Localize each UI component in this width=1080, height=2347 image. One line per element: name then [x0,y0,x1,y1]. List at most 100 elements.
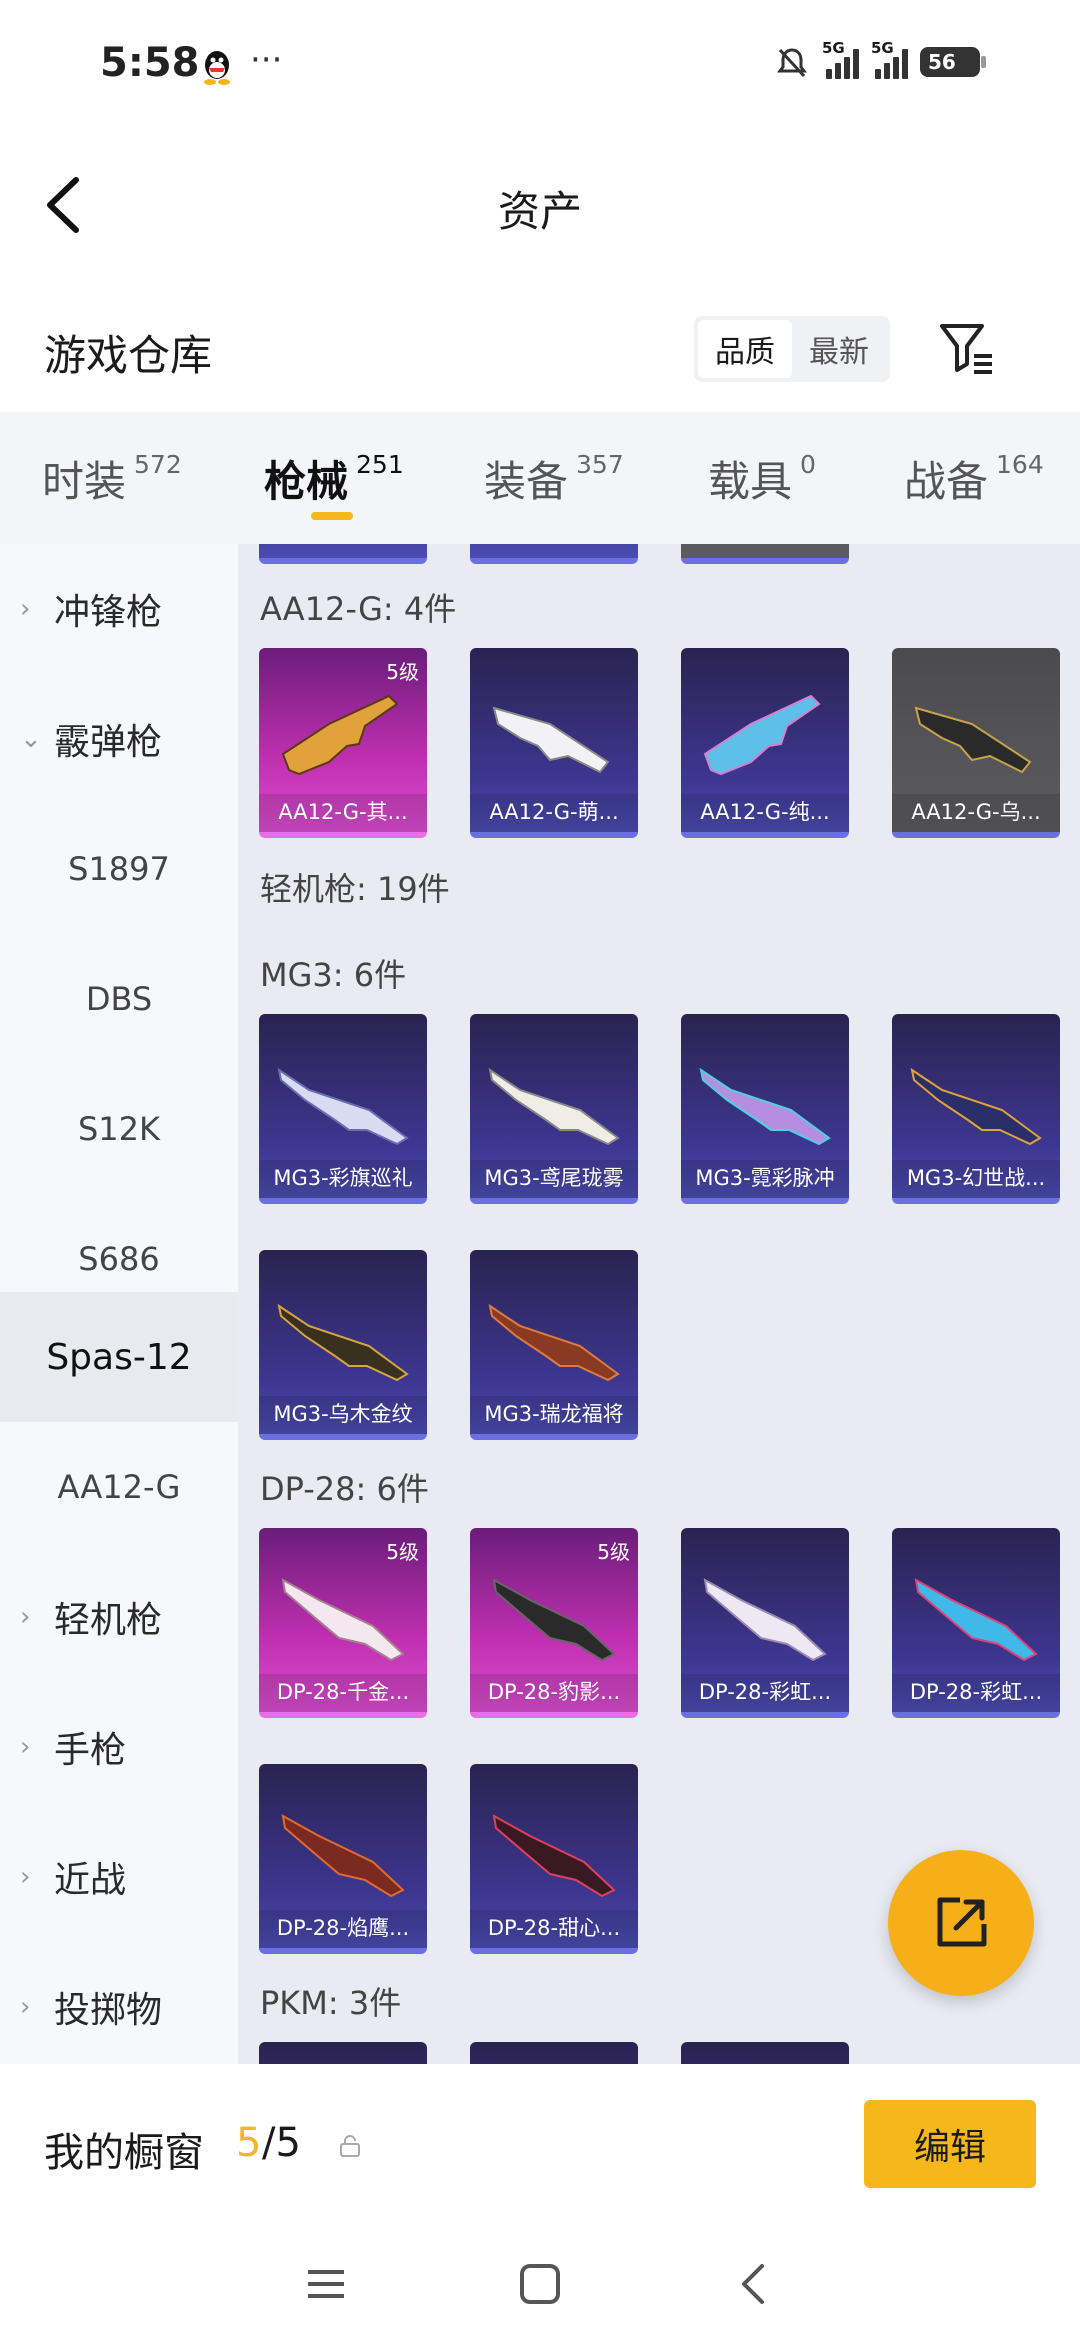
sidebar-item-label: 近战 [54,1860,127,1901]
weapon-card[interactable]: AA12-G-纯... [681,648,849,838]
tab-count: 0 [800,450,816,479]
sidebar-item-melee[interactable]: › 近战 [0,1812,238,1942]
showcase-count-total: /5 [262,2120,301,2166]
group-label-dp28: DP-28: 6件 [260,1470,429,1508]
weapon-card[interactable]: DP-28-彩虹... [681,1528,849,1718]
machine-gun-icon [281,1578,405,1662]
weapon-card[interactable]: DP-28-甜心... [470,1764,638,1954]
sidebar-item-shotgun[interactable]: ⌄ 霰弹枪 [0,674,238,804]
machine-gun-icon [914,1578,1038,1662]
sort-quality[interactable]: 品质 [698,320,792,378]
weapon-card-partial[interactable] [470,544,638,564]
status-bar: 5:58 ··· 5G 5G 56 [0,0,1080,130]
tab-equipment[interactable]: 装备 357 [484,448,624,509]
sidebar-item-lmg[interactable]: › 轻机枪 [0,1552,238,1682]
edit-button[interactable]: 编辑 [864,2100,1036,2188]
weapon-card[interactable]: 5级 DP-28-千金... [259,1528,427,1718]
weapon-card[interactable]: AA12-G-乌... [892,648,1060,838]
tab-fashion[interactable]: 时装 572 [42,448,182,509]
shotgun-icon [914,706,1032,774]
showcase-count-current: 5 [236,2120,262,2166]
weapon-card[interactable]: MG3-彩旗巡礼 [259,1014,427,1204]
weapon-card[interactable]: DP-28-彩虹... [892,1528,1060,1718]
signal-icon: 5G [822,39,859,79]
sidebar-item-s12k[interactable]: S12K [0,1064,238,1194]
weapon-card[interactable]: 5级 DP-28-豹影... [470,1528,638,1718]
weapon-card-partial[interactable] [470,2042,638,2064]
sidebar-item-aa12g[interactable]: AA12-G [0,1422,238,1552]
menu-icon[interactable] [296,2254,356,2314]
weapon-name: DP-28-甜心... [470,1910,638,1948]
weapon-card[interactable]: AA12-G-萌... [470,648,638,838]
sidebar-item-s1897[interactable]: S1897 [0,804,238,934]
system-nav-bar [0,2224,1080,2347]
weapon-card[interactable]: MG3-瑞龙福将 [470,1250,638,1440]
sidebar-item-smg[interactable]: › 冲锋枪 [0,544,238,674]
weapon-grid: AA12-G: 4件 5级 AA12-G-其... AA12-G-萌... AA… [238,544,1080,2064]
chevron-right-icon: › [20,1602,31,1632]
weapon-name: DP-28-千金... [259,1674,427,1712]
sidebar-item-spas12[interactable]: Spas-12 [0,1292,238,1422]
weapon-name: MG3-幻世战... [892,1160,1060,1198]
level-badge: 5级 [597,1540,630,1564]
qq-icon [204,51,230,85]
level-badge: 5级 [386,660,419,684]
sort-latest[interactable]: 最新 [792,320,886,378]
active-tab-indicator [311,512,353,520]
weapon-card[interactable]: MG3-幻世战... [892,1014,1060,1204]
tab-count: 357 [576,450,624,479]
tab-supplies[interactable]: 战备 164 [904,448,1044,509]
weapon-card[interactable]: MG3-霓彩脉冲 [681,1014,849,1204]
group-label-mg3: MG3: 6件 [260,956,407,994]
machine-gun-icon [277,1303,409,1382]
weapon-card[interactable]: DP-28-焰鹰... [259,1764,427,1954]
group-label-pkm: PKM: 3件 [260,1984,402,2022]
machine-gun-icon [488,1067,620,1146]
share-button[interactable] [888,1850,1034,1996]
page-title: 资产 [497,187,582,236]
sidebar-item-label: 冲锋枪 [54,592,163,633]
tab-firearms[interactable]: 枪械 251 [264,448,404,509]
chevron-down-icon: ⌄ [20,724,42,754]
sidebar-item-throwables[interactable]: › 投掷物 [0,1942,238,2064]
sidebar-item-pistol[interactable]: › 手枪 [0,1682,238,1812]
share-icon [937,1897,987,1947]
machine-gun-icon [488,1303,620,1382]
sidebar-item-label: 手枪 [54,1730,127,1771]
weapon-card[interactable]: 5级 AA12-G-其... [259,648,427,838]
section-title: 游戏仓库 [44,331,213,380]
weapon-name: MG3-彩旗巡礼 [259,1160,427,1198]
weapon-name: DP-28-豹影... [470,1674,638,1712]
back-icon[interactable] [724,2254,784,2314]
sidebar-item-label: 轻机枪 [54,1600,163,1641]
weapon-card-partial[interactable] [259,2042,427,2064]
tab-label: 战备 [904,457,989,506]
machine-gun-icon [277,1067,409,1146]
signal-icon: 5G [871,39,908,79]
weapon-name: AA12-G-其... [259,794,427,832]
chevron-right-icon: › [20,1992,31,2022]
more-notifications-icon: ··· [250,40,283,80]
weapon-card-partial[interactable] [259,544,427,564]
weapon-name: AA12-G-乌... [892,794,1060,832]
weapon-card-partial[interactable] [681,2042,849,2064]
lock-icon [340,2135,360,2157]
level-badge: 5级 [386,1540,419,1564]
tab-vehicles[interactable]: 载具 0 [708,448,816,509]
weapon-name: DP-28-彩虹... [681,1674,849,1712]
shotgun-icon [492,706,610,774]
weapon-card[interactable]: MG3-乌木金纹 [259,1250,427,1440]
machine-gun-icon [699,1067,831,1146]
status-time: 5:58 [100,40,200,86]
sidebar-item-dbs[interactable]: DBS [0,934,238,1064]
network-label: 5G [822,39,845,57]
home-icon[interactable] [510,2254,570,2314]
category-tabs: 时装 572 枪械 251 装备 357 载具 0 战备 164 [0,412,1080,544]
showcase-label: 我的橱窗 [44,2130,204,2176]
weapon-card[interactable]: MG3-鸢尾珑雾 [470,1014,638,1204]
filter-icon[interactable] [936,316,996,380]
weapon-card-partial[interactable] [681,544,849,564]
machine-gun-icon [281,1814,405,1898]
tab-label: 装备 [484,457,569,506]
tab-label: 枪械 [264,457,349,506]
